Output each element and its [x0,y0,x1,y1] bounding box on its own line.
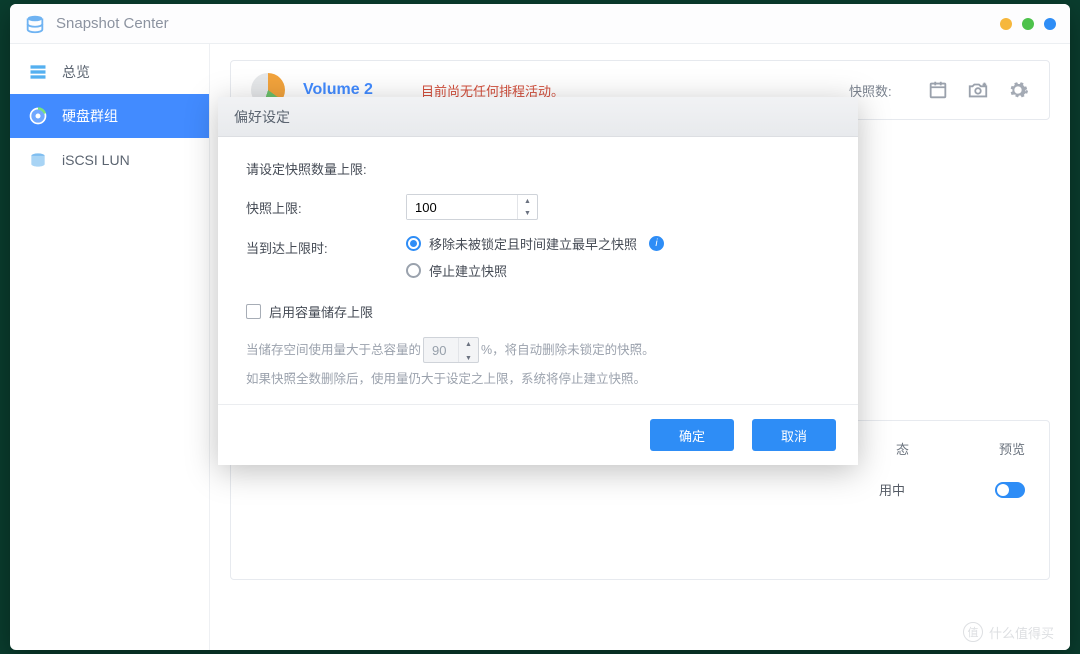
preferences-dialog: 偏好设定 请设定快照数量上限: 快照上限: ▲ ▼ 当到达上限时: 移除未被 [218,97,858,465]
limit-label: 快照上限: [246,194,406,217]
info-icon[interactable]: i [649,236,664,251]
spinner-down-icon: ▼ [459,352,478,366]
capacity-checkbox[interactable] [246,304,261,319]
preview-toggle[interactable] [995,482,1025,498]
camera-add-icon[interactable] [967,79,989,101]
radio-stop-label: 停止建立快照 [429,261,507,280]
section-label: 请设定快照数量上限: [246,159,830,178]
limit-spinner[interactable]: ▲ ▼ [406,194,538,220]
maximize-button[interactable] [1022,18,1034,30]
iscsi-icon [28,150,48,170]
diskgroup-icon [28,106,48,126]
limit-input[interactable] [407,195,517,219]
sidebar-item-iscsi[interactable]: iSCSI LUN [10,138,209,182]
overview-icon [28,62,48,82]
sidebar-item-label: 总览 [62,62,90,82]
dialog-footer: 确定 取消 [218,404,858,465]
radio-remove-oldest-label: 移除未被锁定且时间建立最早之快照 [429,234,637,253]
title-bar: Snapshot Center [10,4,1070,44]
sidebar-item-overview[interactable]: 总览 [10,50,209,94]
cell-status: 用中 [879,480,905,499]
watermark: 值 什么值得买 [963,622,1054,642]
col-status: 态 [896,439,909,458]
sidebar-item-label: 硬盘群组 [62,106,118,126]
minimize-button[interactable] [1000,18,1012,30]
sidebar-item-label: iSCSI LUN [62,152,130,168]
spinner-up-icon[interactable]: ▲ [518,195,537,207]
sidebar-item-diskgroup[interactable]: 硬盘群组 [10,94,209,138]
gear-icon[interactable] [1007,79,1029,101]
dialog-body: 请设定快照数量上限: 快照上限: ▲ ▼ 当到达上限时: 移除未被锁定且时间建立… [218,137,858,404]
help-text: 当储存空间使用量大于总容量的 ▲▼ %，将自动删除未锁定的快照。 如果快照全数删… [246,337,830,392]
radio-remove-oldest[interactable] [406,236,421,251]
radio-stop[interactable] [406,263,421,278]
volume-meta-label: 快照数: [849,81,909,100]
pct-spinner: ▲▼ [423,337,479,363]
dialog-title: 偏好设定 [218,97,858,137]
app-title: Snapshot Center [56,15,1000,32]
capacity-checkbox-label: 启用容量储存上限 [269,302,373,321]
volume-toolbar [927,79,1029,101]
app-icon [24,13,46,35]
cancel-button[interactable]: 取消 [752,419,836,451]
close-button[interactable] [1044,18,1056,30]
ok-button[interactable]: 确定 [650,419,734,451]
pct-input [424,338,458,362]
schedule-icon[interactable] [927,79,949,101]
sidebar: 总览 硬盘群组 iSCSI LUN [10,44,210,650]
window-controls [1000,18,1056,30]
spinner-down-icon[interactable]: ▼ [518,207,537,219]
col-preview: 预览 [999,439,1025,458]
reach-label: 当到达上限时: [246,234,406,257]
watermark-icon: 值 [963,622,983,642]
spinner-up-icon: ▲ [459,338,478,352]
